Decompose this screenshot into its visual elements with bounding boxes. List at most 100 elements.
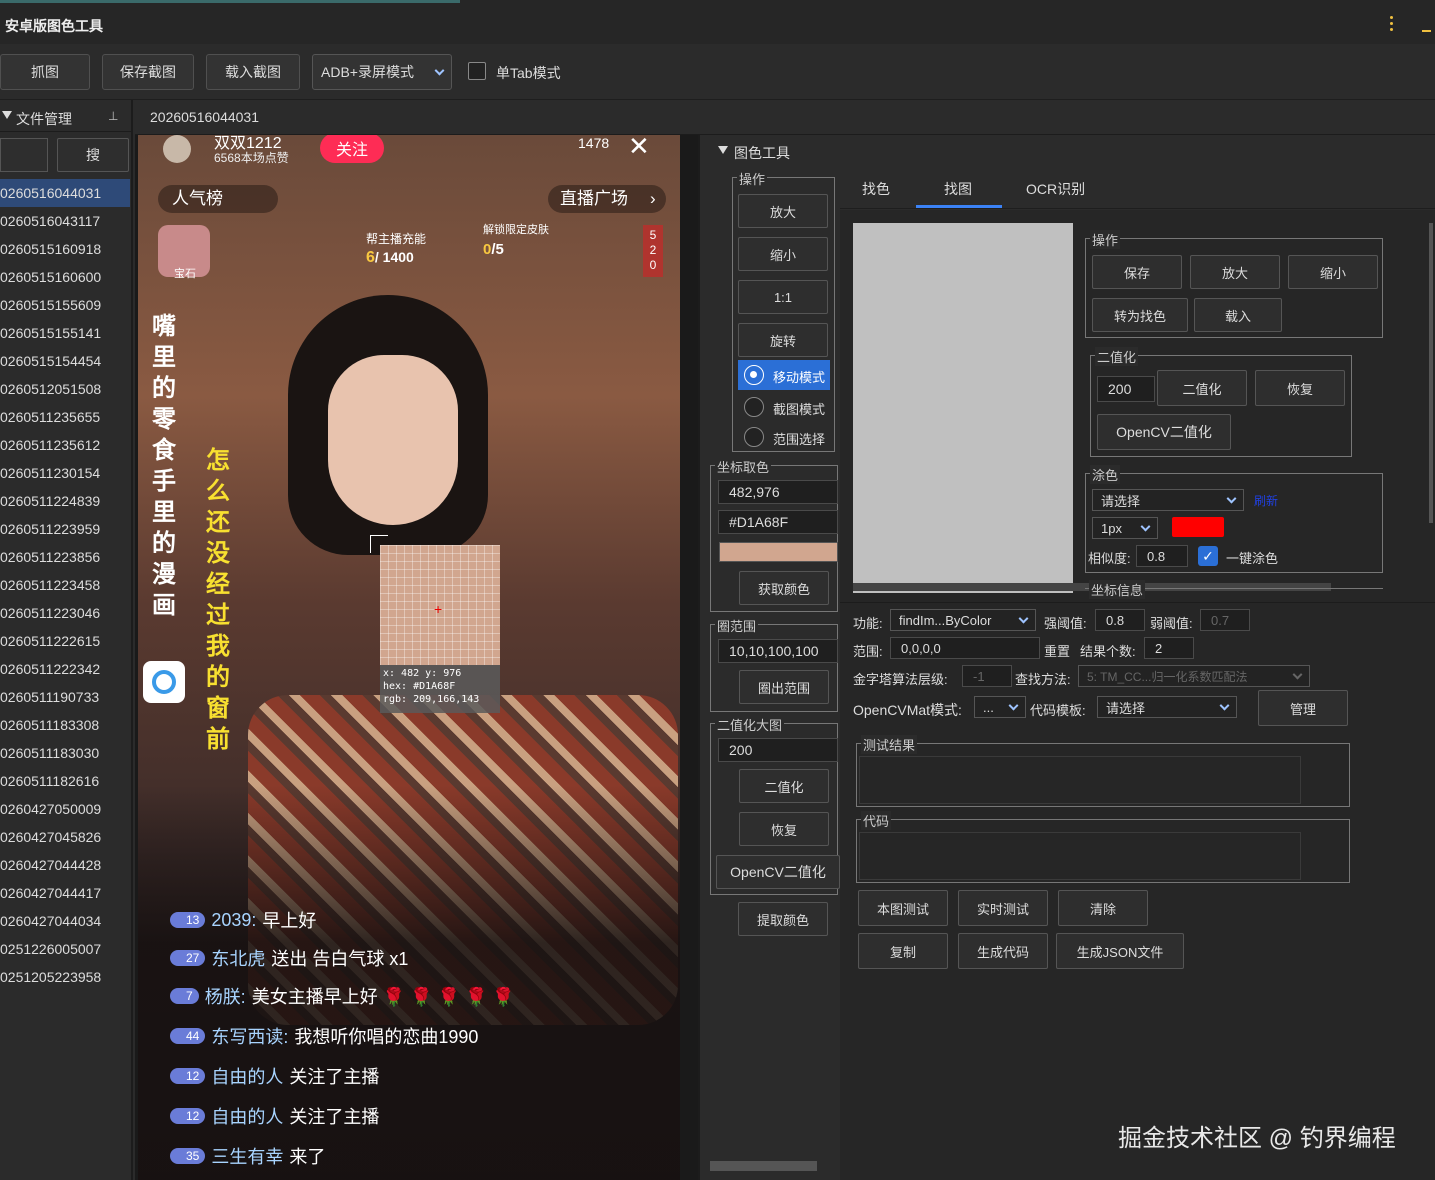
paint-color-swatch[interactable] bbox=[1172, 517, 1224, 537]
code-area[interactable] bbox=[859, 832, 1301, 880]
fi-save-button[interactable]: 保存 bbox=[1092, 255, 1182, 289]
func-select[interactable]: findIm...ByColor bbox=[890, 609, 1036, 631]
extract-color-button[interactable]: 提取颜色 bbox=[738, 902, 828, 936]
brush-size-select[interactable]: 1px bbox=[1092, 517, 1158, 539]
move-mode-radio[interactable] bbox=[744, 365, 764, 385]
tab-item[interactable]: 找图 bbox=[944, 179, 972, 199]
file-list-item[interactable]: 0260515155609 bbox=[0, 291, 130, 319]
realtime-test-button[interactable]: 实时测试 bbox=[958, 890, 1048, 926]
template-select[interactable]: 请选择 bbox=[1097, 696, 1237, 718]
crop-mode-radio[interactable] bbox=[744, 397, 764, 417]
file-list-item[interactable]: 0260511222342 bbox=[0, 655, 130, 683]
doc-tab[interactable]: 20260516044031 bbox=[150, 109, 259, 125]
rotate-button[interactable]: 旋转 bbox=[738, 323, 828, 357]
restore-button[interactable]: 恢复 bbox=[739, 812, 829, 846]
local-test-button[interactable]: 本图测试 bbox=[858, 890, 948, 926]
app-badge-icon[interactable] bbox=[143, 661, 185, 703]
coord-field[interactable]: 482,976 bbox=[718, 480, 838, 504]
generate-json-button[interactable]: 生成JSON文件 bbox=[1056, 933, 1184, 969]
file-list-item[interactable]: 0260511230154 bbox=[0, 459, 130, 487]
v-scrollbar[interactable] bbox=[1429, 223, 1433, 523]
draw-range-button[interactable]: 圈出范围 bbox=[739, 670, 829, 704]
fi-load-button[interactable]: 载入 bbox=[1194, 298, 1282, 332]
generate-code-button[interactable]: 生成代码 bbox=[958, 933, 1048, 969]
file-list-item[interactable]: 0260516044031 bbox=[0, 179, 130, 207]
fi-opencv-binarize-button[interactable]: OpenCV二值化 bbox=[1097, 414, 1231, 450]
file-list-item[interactable]: 0260427050009 bbox=[0, 795, 130, 823]
fi-restore-button[interactable]: 恢复 bbox=[1255, 370, 1345, 406]
file-list-item[interactable]: 0260427044417 bbox=[0, 879, 130, 907]
capture-button[interactable]: 抓图 bbox=[0, 54, 90, 90]
similarity-field[interactable]: 0.8 bbox=[1136, 545, 1188, 567]
weak-threshold-field[interactable]: 0.7 bbox=[1200, 609, 1250, 631]
copy-button[interactable]: 复制 bbox=[858, 933, 948, 969]
file-list-item[interactable]: 0260511235612 bbox=[0, 431, 130, 459]
fi-zoom-in-button[interactable]: 放大 bbox=[1190, 255, 1280, 289]
file-list-item[interactable]: 0260512051508 bbox=[0, 375, 130, 403]
file-list-item[interactable]: 0260511223458 bbox=[0, 571, 130, 599]
file-list-item[interactable]: 0260515160600 bbox=[0, 263, 130, 291]
range-input[interactable]: 0,0,0,0 bbox=[890, 637, 1040, 659]
file-list-item[interactable]: 0251205223958 bbox=[0, 963, 130, 991]
strong-threshold-field[interactable]: 0.8 bbox=[1095, 609, 1145, 631]
move-mode-option[interactable]: 移动模式 bbox=[738, 360, 830, 390]
file-list-item[interactable]: 0260511223959 bbox=[0, 515, 130, 543]
save-screenshot-button[interactable]: 保存截图 bbox=[102, 54, 194, 90]
opencv-binarize-button[interactable]: OpenCV二值化 bbox=[716, 855, 840, 889]
file-list-item[interactable]: 0260516043117 bbox=[0, 207, 130, 235]
zoom-out-button[interactable]: 缩小 bbox=[738, 237, 828, 271]
reset-link[interactable]: 重置 bbox=[1044, 641, 1070, 660]
method-select[interactable]: 5: TM_CC...归一化系数匹配法 bbox=[1078, 665, 1310, 687]
mat-mode-select[interactable]: ... bbox=[974, 696, 1026, 718]
collapse-arrow-icon[interactable] bbox=[2, 111, 12, 119]
result-count-field[interactable]: 2 bbox=[1144, 637, 1194, 659]
file-list-item[interactable]: 0260511183030 bbox=[0, 739, 130, 767]
collapse-arrow-icon[interactable] bbox=[718, 146, 728, 154]
binarize-threshold-field[interactable]: 200 bbox=[718, 738, 838, 762]
minimize-icon[interactable] bbox=[1422, 30, 1431, 32]
file-list-item[interactable]: 0260511223856 bbox=[0, 543, 130, 571]
binarize-button[interactable]: 二值化 bbox=[739, 769, 829, 803]
tab-item[interactable]: OCR识别 bbox=[1026, 179, 1085, 199]
file-list-item[interactable]: 0260511235655 bbox=[0, 403, 130, 431]
paint-select[interactable]: 请选择 bbox=[1092, 489, 1244, 511]
file-search-input[interactable] bbox=[0, 138, 48, 172]
clear-button[interactable]: 清除 bbox=[1058, 890, 1148, 926]
file-list-item[interactable]: 0260511224839 bbox=[0, 487, 130, 515]
close-icon[interactable]: ✕ bbox=[628, 135, 650, 162]
file-search-button[interactable]: 搜 bbox=[57, 138, 129, 172]
live-plaza[interactable]: 直播广场 bbox=[548, 185, 666, 213]
screenshot-canvas[interactable]: 双双1212 6568本场点赞 关注 1478 ✕ 人气榜 直播广场 › 宝石 … bbox=[135, 135, 698, 1180]
pin-icon[interactable]: ⊥ bbox=[108, 109, 118, 123]
file-list-item[interactable]: 0260515155141 bbox=[0, 319, 130, 347]
refresh-link[interactable]: 刷新 bbox=[1254, 492, 1278, 509]
file-list-item[interactable]: 0260511222615 bbox=[0, 627, 130, 655]
tab-item[interactable]: 找色 bbox=[862, 179, 890, 199]
zoom-in-button[interactable]: 放大 bbox=[738, 194, 828, 228]
file-list-item[interactable]: 0260511223046 bbox=[0, 599, 130, 627]
get-color-button[interactable]: 获取颜色 bbox=[739, 571, 829, 605]
single-tab-checkbox[interactable] bbox=[468, 62, 486, 80]
fi-zoom-out-button[interactable]: 缩小 bbox=[1288, 255, 1378, 289]
file-list-item[interactable]: 0260515154454 bbox=[0, 347, 130, 375]
file-list-item[interactable]: 0260511190733 bbox=[0, 683, 130, 711]
test-result-area[interactable] bbox=[859, 756, 1301, 804]
file-list-item[interactable]: 0260427045826 bbox=[0, 823, 130, 851]
hex-field[interactable]: #D1A68F bbox=[718, 510, 838, 534]
fi-threshold-field[interactable]: 200 bbox=[1097, 376, 1155, 402]
follow-button[interactable]: 关注 bbox=[320, 135, 384, 163]
fi-binarize-button[interactable]: 二值化 bbox=[1157, 370, 1247, 406]
manage-button[interactable]: 管理 bbox=[1258, 690, 1348, 726]
range-select-radio[interactable] bbox=[744, 427, 764, 447]
file-list-item[interactable]: 0260427044428 bbox=[0, 851, 130, 879]
range-field[interactable]: 10,10,100,100 bbox=[718, 639, 838, 663]
to-findcolor-button[interactable]: 转为找色 bbox=[1092, 298, 1188, 332]
capture-mode-select[interactable]: ADB+录屏模式 bbox=[312, 54, 452, 90]
file-list-item[interactable]: 0260511183308 bbox=[0, 711, 130, 739]
file-list-item[interactable]: 0260511182616 bbox=[0, 767, 130, 795]
file-list-item[interactable]: 0251226005007 bbox=[0, 935, 130, 963]
pyramid-field[interactable]: -1 bbox=[962, 665, 1012, 687]
load-screenshot-button[interactable]: 载入截图 bbox=[206, 54, 300, 90]
popularity-rank[interactable]: 人气榜 bbox=[158, 185, 278, 213]
file-list-item[interactable]: 0260515160918 bbox=[0, 235, 130, 263]
